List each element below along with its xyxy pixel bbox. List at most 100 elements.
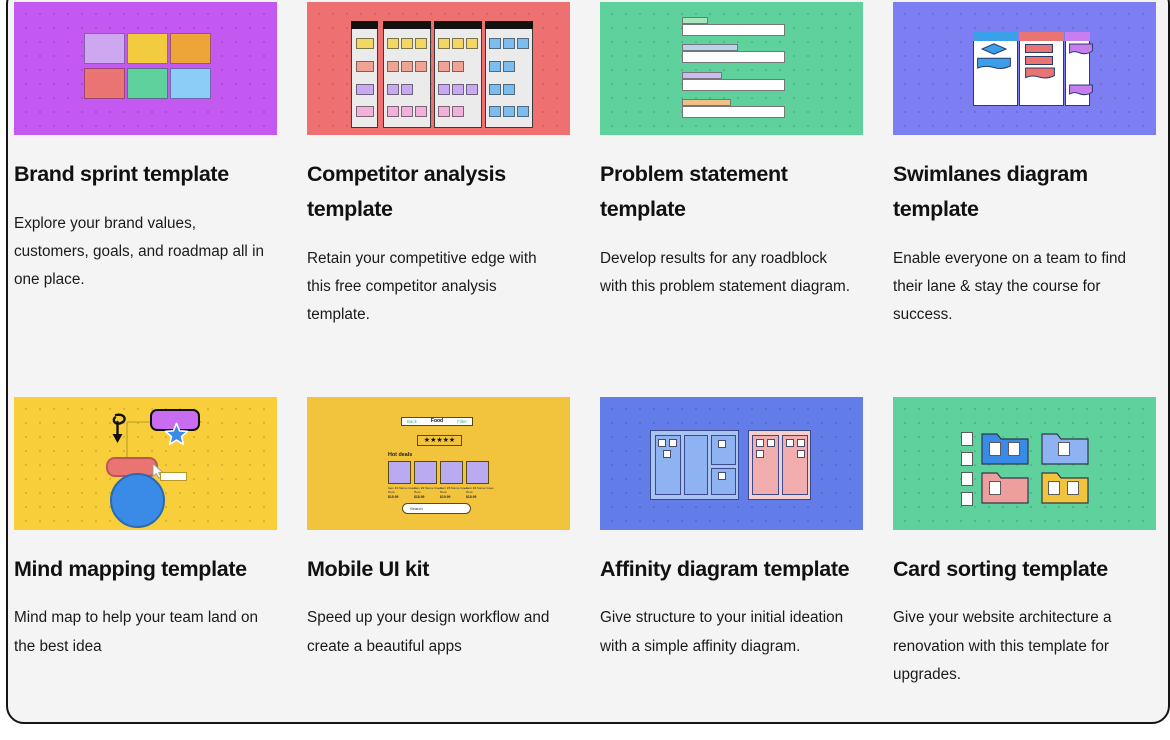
deal-card-label-4: Item #4 Name Goes Here	[466, 485, 494, 494]
deal-card-price-2: $18.99	[414, 494, 425, 499]
swimlane-purple-shape-1	[1069, 43, 1093, 55]
competitor-card	[489, 38, 501, 49]
competitor-card	[489, 61, 501, 72]
competitor-card	[356, 38, 374, 49]
folder-card	[1008, 441, 1020, 456]
folder-card	[989, 441, 1001, 456]
competitor-card	[489, 84, 501, 95]
competitor-column-header-3	[434, 21, 482, 29]
deal-card-3	[440, 460, 463, 484]
template-card-mobile-ui-kit[interactable]: Back Food Filter ★★★★★ Hot deals Item #1…	[307, 396, 570, 690]
problem-statement-thumbnail[interactable]	[600, 2, 863, 135]
brand-square-3	[170, 33, 211, 64]
brand-square-4	[84, 68, 125, 99]
card-title: Mobile UI kit	[307, 556, 430, 581]
affinity-subgroup-2	[684, 434, 708, 495]
swimlane-header-1	[973, 32, 1018, 41]
competitor-card	[387, 84, 399, 95]
competitor-card	[415, 106, 427, 117]
loose-card-4	[961, 491, 973, 506]
swimlane-header-2	[1019, 32, 1064, 41]
deal-card-1	[388, 460, 411, 484]
card-description: Speed up your design workflow and create…	[307, 609, 550, 655]
competitor-card	[517, 106, 529, 117]
competitor-card	[401, 38, 413, 49]
competitor-column-header-1	[351, 21, 378, 29]
swimlane-header-3	[1065, 32, 1090, 41]
folder-card	[1048, 480, 1060, 495]
folder-card	[1058, 441, 1070, 456]
loose-card-2	[961, 451, 973, 466]
mobile-nav-bar: Back Food Filter	[401, 416, 473, 426]
problem-bar-3	[682, 79, 785, 91]
sticky-note	[718, 471, 726, 480]
competitor-card	[452, 38, 464, 49]
competitor-card	[401, 61, 413, 72]
competitor-card	[356, 106, 374, 117]
card-title: Problem statement template	[600, 162, 788, 221]
swimlane-purple-shape-2	[1069, 84, 1093, 96]
star-rating-glyphs: ★★★★★	[423, 437, 456, 445]
template-card-affinity-diagram[interactable]: Affinity diagram template Give structure…	[600, 396, 863, 690]
folder-card	[989, 480, 1001, 495]
sticky-note	[786, 438, 794, 447]
card-title: Mind mapping template	[14, 556, 247, 581]
card-description: Explore your brand values, customers, go…	[14, 214, 264, 289]
problem-tab-4	[682, 99, 731, 106]
problem-tab-3	[682, 72, 722, 79]
brand-sprint-thumbnail[interactable]	[14, 2, 277, 135]
card-description: Retain your competitive edge with this f…	[307, 249, 537, 324]
star-icon	[164, 422, 189, 445]
template-card-card-sorting[interactable]: Card sorting template Give your website …	[893, 396, 1156, 690]
deal-card-4	[466, 460, 489, 484]
competitor-card	[438, 38, 450, 49]
nav-filter-label: Filter	[457, 418, 467, 424]
mobile-ui-kit-thumbnail[interactable]: Back Food Filter ★★★★★ Hot deals Item #1…	[307, 396, 570, 530]
nav-title-label: Food	[430, 418, 444, 425]
problem-tab-1	[682, 17, 708, 24]
card-sorting-thumbnail[interactable]	[893, 396, 1156, 530]
problem-bar-1	[682, 24, 785, 36]
problem-bar-2	[682, 51, 785, 63]
deal-card-price-1: $19.99	[388, 494, 399, 499]
competitor-card	[438, 84, 450, 95]
loose-card-3	[961, 471, 973, 486]
mind-map-node-circle	[110, 472, 165, 528]
template-card-problem-statement[interactable]: Problem statement template Develop resul…	[600, 2, 863, 330]
sticky-note	[663, 449, 671, 458]
brand-square-6	[170, 68, 211, 99]
competitor-analysis-thumbnail[interactable]	[307, 2, 570, 135]
card-description: Develop results for any roadblock with t…	[600, 249, 850, 295]
template-card-brand-sprint[interactable]: Brand sprint template Explore your brand…	[14, 2, 277, 330]
template-card-competitor-analysis[interactable]: Competitor analysis template Retain your…	[307, 2, 570, 330]
card-description: Enable everyone on a team to find their …	[893, 249, 1127, 324]
swimlane-task-wave	[1025, 67, 1055, 79]
sticky-note	[658, 438, 666, 447]
problem-tab-2	[682, 44, 738, 51]
brand-square-5	[127, 68, 168, 99]
competitor-card	[452, 106, 464, 117]
sticky-note	[767, 438, 775, 447]
competitor-card	[503, 84, 515, 95]
template-card-swimlanes[interactable]: Swimlanes diagram template Enable everyo…	[893, 2, 1156, 330]
template-card-mind-mapping[interactable]: Mind mapping template Mind map to help y…	[14, 396, 277, 690]
mind-mapping-thumbnail[interactable]	[14, 396, 277, 530]
card-description: Give structure to your initial ideation …	[600, 609, 844, 655]
competitor-card	[466, 38, 478, 49]
curved-arrow-icon	[112, 413, 126, 443]
swimlane-diamond-icon	[981, 43, 1007, 55]
competitor-card	[387, 38, 399, 49]
swimlanes-diagram-thumbnail[interactable]	[893, 2, 1156, 135]
competitor-card	[356, 61, 374, 72]
competitor-card	[517, 38, 529, 49]
problem-bar-4	[682, 106, 785, 118]
competitor-card	[466, 84, 478, 95]
affinity-diagram-thumbnail[interactable]	[600, 396, 863, 530]
sticky-note	[718, 439, 726, 448]
hot-deals-label: Hot deals	[388, 451, 413, 458]
competitor-card	[438, 106, 450, 117]
template-grid: Brand sprint template Explore your brand…	[14, 2, 1166, 689]
deal-card-price-3: $19.99	[440, 494, 451, 499]
sticky-note	[669, 438, 677, 447]
search-input[interactable]: Search	[402, 502, 471, 514]
